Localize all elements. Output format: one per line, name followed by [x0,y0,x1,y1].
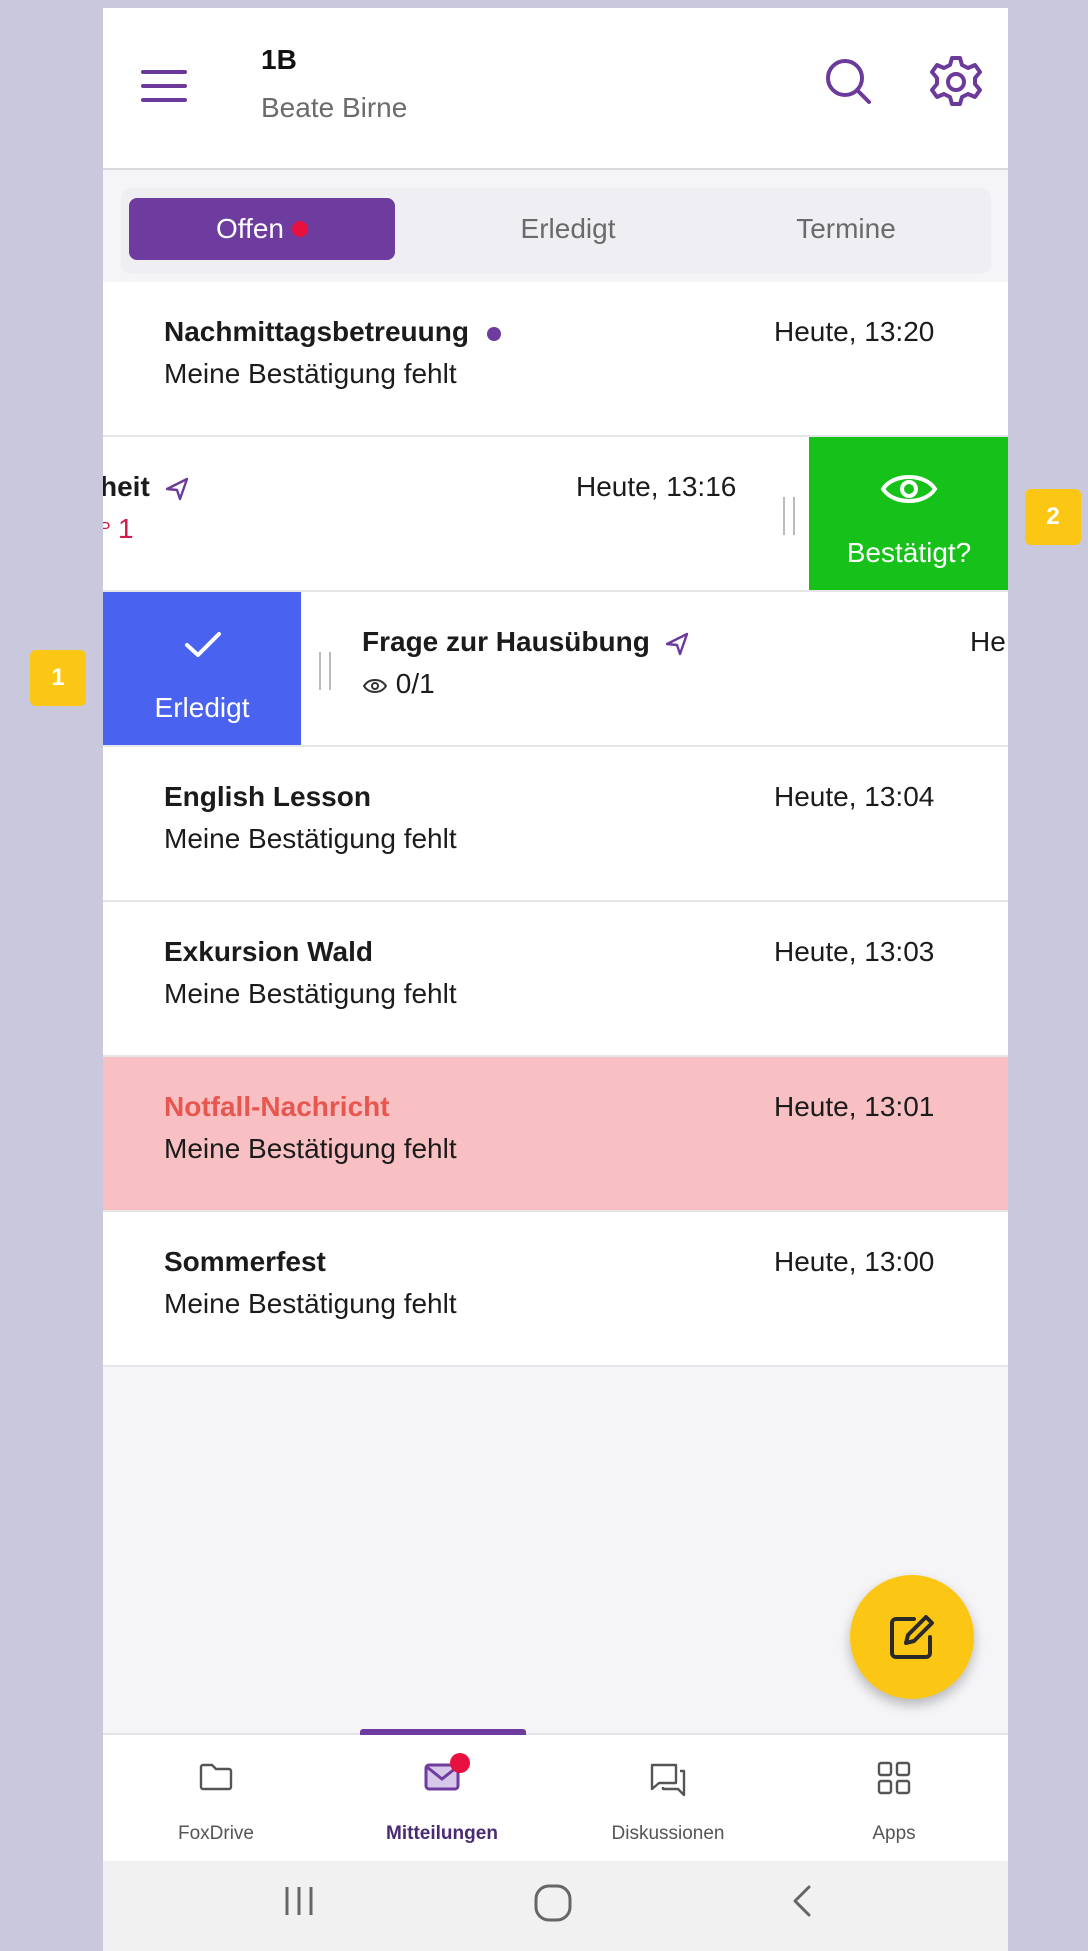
nav-label: Apps [872,1823,916,1844]
tab-termine-label: Termine [796,213,896,244]
reply-count-value: 1 [118,513,134,544]
tab-offen[interactable]: Offen [129,198,395,260]
message-title: English Lesson [164,781,371,812]
message-title-text: Frage zur Hausübung [362,626,650,657]
reply-icon: ᴾ [103,518,110,543]
folder-icon [199,1763,233,1791]
message-row[interactable]: Nachmittagsbetreuung Meine Bestätigung f… [103,282,1008,437]
notification-badge [450,1753,470,1773]
message-title-text: Nachmittagsbetreuung [164,316,469,347]
message-title: Exkursion Wald [164,936,374,967]
message-status: Meine Bestätigung fehlt [164,358,457,389]
nav-foxdrive[interactable]: FoxDrive [103,1735,329,1863]
nav-label: Mitteilungen [386,1823,498,1844]
search-icon[interactable] [821,54,877,110]
menu-icon[interactable] [141,66,193,106]
sent-icon [165,477,188,500]
confirm-swipe-action[interactable]: Bestätigt? [809,437,1008,590]
drag-handle[interactable] [783,497,795,535]
message-status: Meine Bestätigung fehlt [164,1133,457,1164]
read-count: 0/1 [362,668,435,700]
emergency-message-row[interactable]: Notfall-Nachricht Meine Bestätigung fehl… [103,1057,1008,1212]
tab-erledigt-label: Erledigt [520,213,616,244]
message-title: Sommerfest [164,1246,326,1277]
message-title-text: heit [103,471,150,502]
nav-mitteilungen[interactable]: Mitteilungen [329,1735,555,1863]
app-bar: 1B Beate Birne [103,8,1008,170]
recent-apps-icon[interactable] [279,1881,319,1921]
message-status: Meine Bestätigung fehlt [164,823,457,854]
callout-1: 1 [30,650,86,706]
message-status: Meine Bestätigung fehlt [164,1288,457,1319]
edit-icon [890,1615,934,1659]
message-row[interactable]: Exkursion Wald Meine Bestätigung fehlt H… [103,902,1008,1057]
home-icon[interactable] [531,1881,575,1925]
sent-icon [665,632,688,655]
message-time: He [970,626,1006,657]
message-status: Meine Bestätigung fehlt [164,978,457,1009]
message-time: Heute, 13:01 [774,1091,935,1122]
system-navigation-bar [103,1861,1008,1951]
message-row[interactable]: Sommerfest Meine Bestätigung fehlt Heute… [103,1212,1008,1367]
tab-offen-label: Offen [216,213,284,244]
message-title: Nachmittagsbetreuung [164,316,501,348]
unread-dot [486,326,501,341]
message-time: Heute, 13:03 [774,936,935,967]
message-time: Heute, 13:16 [576,471,737,502]
apps-grid-icon [877,1761,911,1795]
nav-apps[interactable]: Apps [781,1735,1007,1863]
checkmark-icon [185,632,221,657]
done-swipe-label: Erledigt [154,692,250,723]
message-title: heit [103,471,190,503]
compose-button[interactable] [850,1575,974,1699]
done-swipe-action[interactable]: Erledigt [103,592,301,745]
reply-count: ᴾ 1 [103,513,134,545]
message-time: Heute, 13:04 [774,781,935,812]
message-row-swiped-right[interactable]: Erledigt Frage zur Hausübung 0/1 He [103,592,1008,747]
bottom-navigation: FoxDrive Mitteilungen Diskussionen Apps [103,1729,1008,1863]
tab-termine[interactable]: Termine [713,198,979,260]
message-row[interactable]: English Lesson Meine Bestätigung fehlt H… [103,747,1008,902]
message-time: Heute, 13:20 [774,316,935,347]
eye-icon [880,475,938,503]
class-title: 1B [261,44,297,75]
message-title: Notfall-Nachricht [164,1091,390,1122]
message-row-swiped-left[interactable]: heit ᴾ 1 Heute, 13:16 Bestätigt? [103,437,1008,592]
callout-2: 2 [1025,489,1081,545]
new-indicator-dot [291,221,308,237]
message-time: Heute, 13:00 [774,1246,935,1277]
drag-handle[interactable] [319,652,331,690]
nav-diskussionen[interactable]: Diskussionen [555,1735,781,1863]
read-count-value: 0/1 [395,668,435,699]
confirm-swipe-label: Bestätigt? [846,537,972,568]
phone-screen: 1B Beate Birne Offen Erledigt Termine Na… [103,8,1008,1951]
message-title: Frage zur Hausübung [362,626,690,658]
eye-icon [362,678,388,693]
user-name: Beate Birne [261,92,408,123]
segment-tabs: Offen Erledigt Termine [121,188,991,274]
nav-label: Diskussionen [611,1823,725,1844]
nav-label: FoxDrive [177,1823,254,1844]
chat-icon [650,1763,686,1797]
tab-erledigt[interactable]: Erledigt [435,198,701,260]
back-icon[interactable] [787,1881,817,1921]
gear-icon[interactable] [926,52,986,112]
